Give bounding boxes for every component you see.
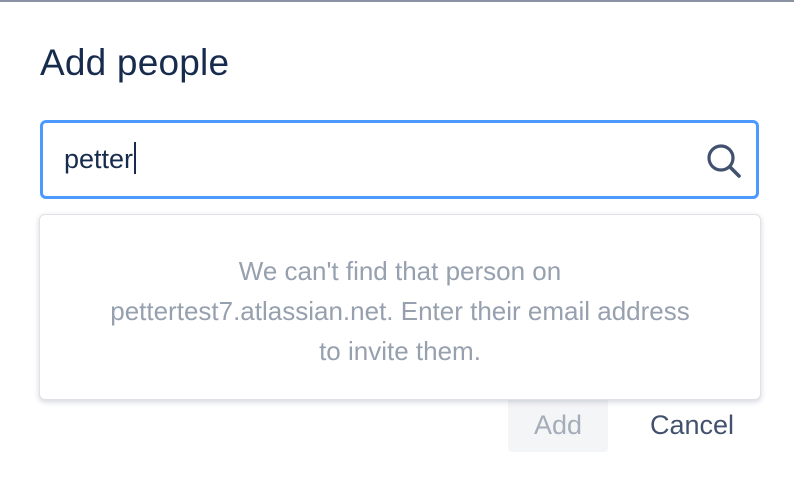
no-results-line-1: We can't find that person on xyxy=(238,256,562,286)
no-results-message: We can't find that person on pettertest7… xyxy=(40,251,760,371)
dialog-title: Add people xyxy=(40,42,230,83)
people-search-field[interactable]: petter xyxy=(40,120,759,199)
no-results-line-3: to invite them. xyxy=(319,336,481,366)
search-icon[interactable] xyxy=(704,141,744,181)
search-input-value: petter xyxy=(64,144,134,174)
add-people-dialog: Add people petter We can't find that per… xyxy=(0,0,794,480)
search-results-dropdown: We can't find that person on pettertest7… xyxy=(39,214,761,400)
search-input[interactable]: petter xyxy=(64,142,137,175)
no-results-line-2: pettertest7.atlassian.net. Enter their e… xyxy=(110,296,690,326)
text-caret xyxy=(134,142,137,174)
